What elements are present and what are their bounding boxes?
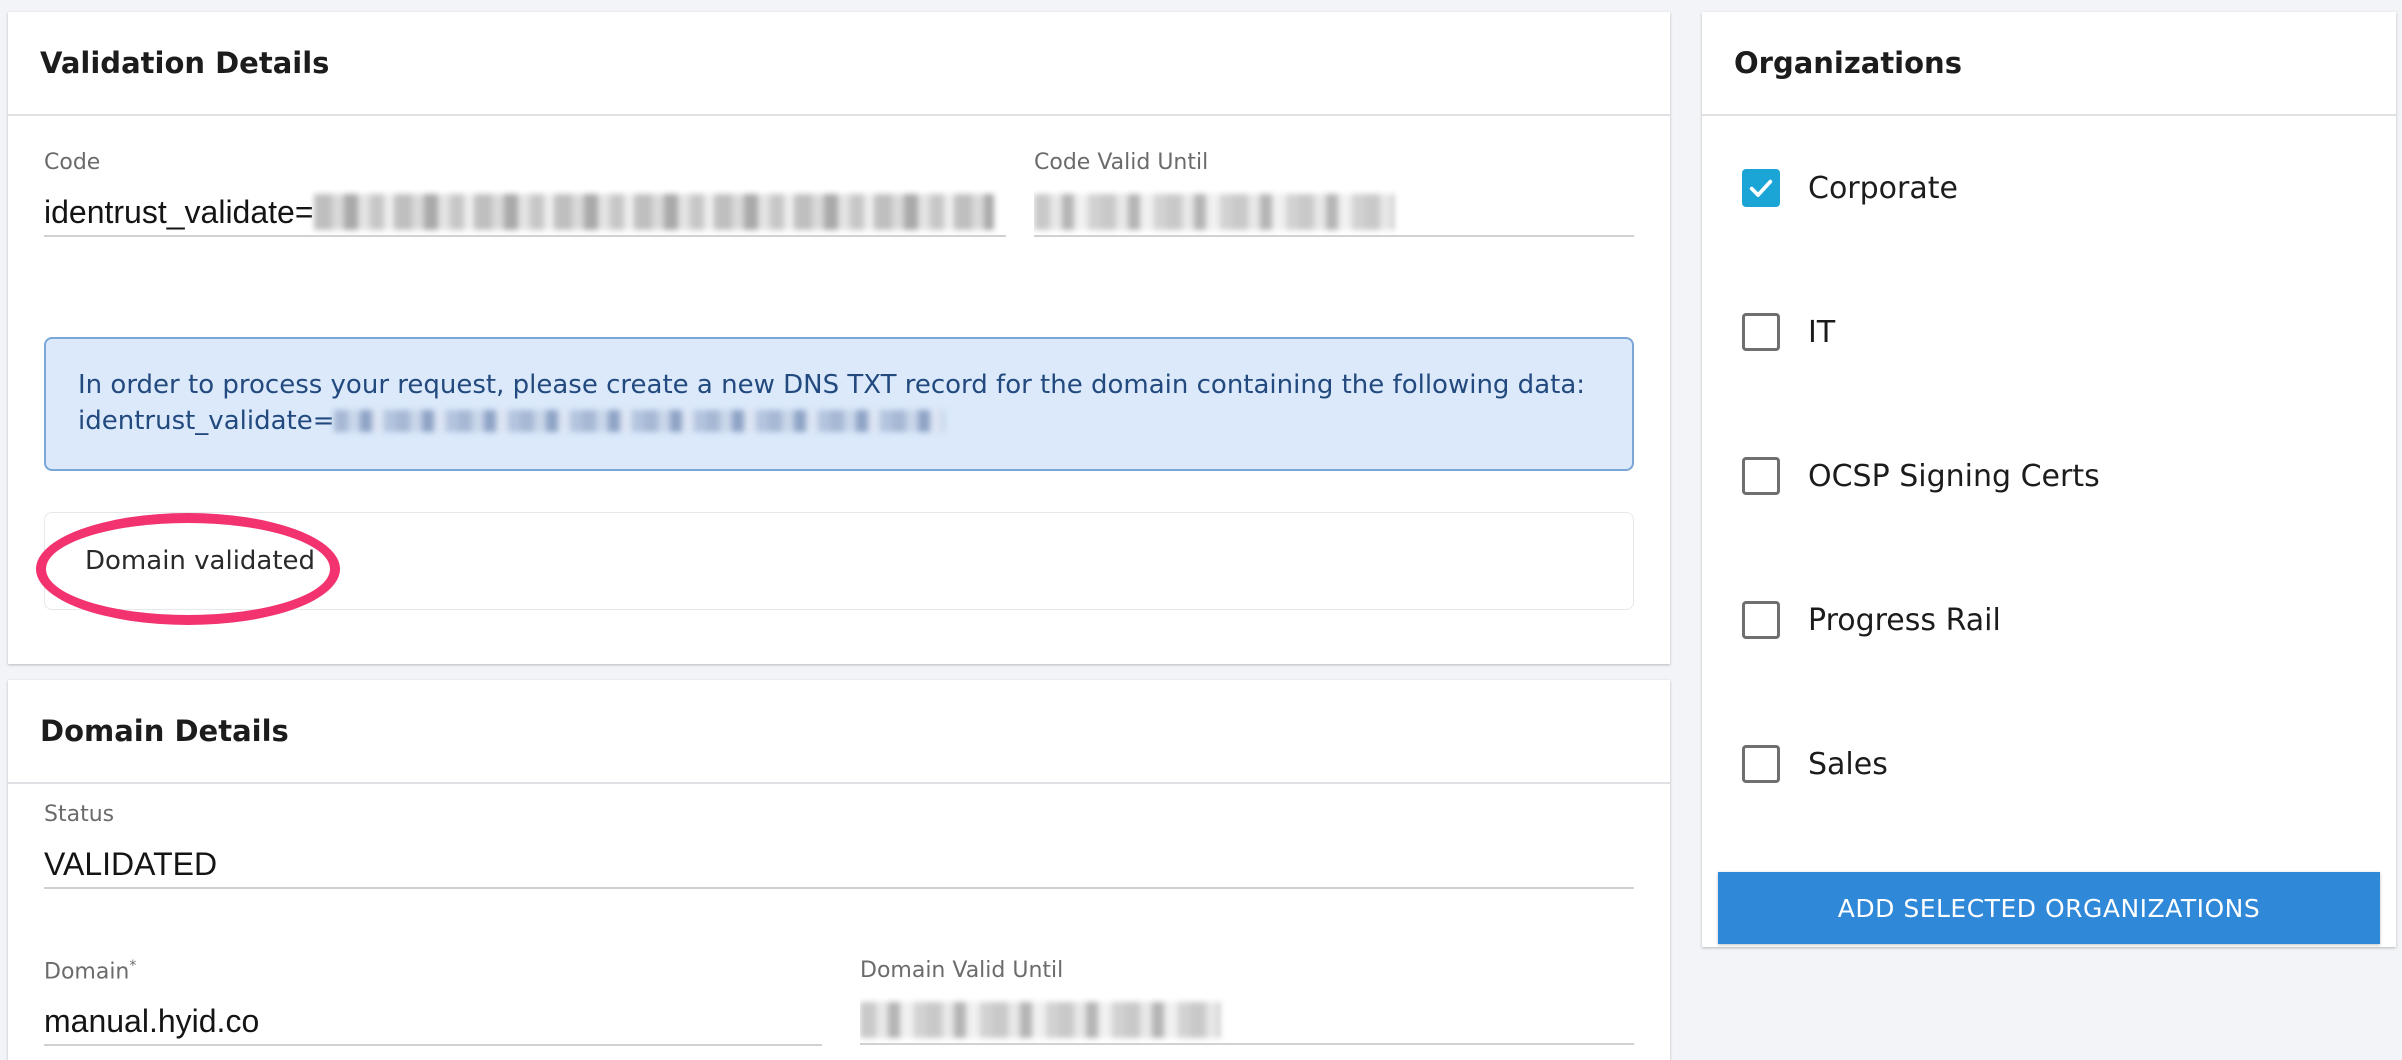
code-valid-until-field: Code Valid Until	[1034, 150, 1634, 237]
status-label: Status	[44, 802, 115, 827]
organizations-header: Organizations	[1702, 12, 2396, 116]
dns-instructions-text: In order to process your request, please…	[78, 370, 1586, 400]
redacted-domain-valid-until	[860, 1002, 1220, 1038]
domain-input[interactable]: manual.hyid.co	[44, 998, 822, 1047]
domain-field: Domain* manual.hyid.co	[44, 958, 822, 1047]
dns-instructions-line1: In order to process your request, please…	[78, 367, 1600, 403]
validation-details-header: Validation Details	[8, 12, 1670, 116]
domain-label-text: Domain	[44, 959, 130, 985]
code-valid-until-label: Code Valid Until	[1034, 150, 1209, 175]
domain-label: Domain*	[44, 958, 822, 984]
code-input[interactable]: identrust_validate=	[44, 189, 1006, 237]
validation-details-title: Validation Details	[40, 46, 330, 80]
required-mark: *	[129, 958, 137, 974]
sales-checkbox[interactable]	[1742, 745, 1780, 783]
add-selected-organizations-button[interactable]: ADD SELECTED ORGANIZATIONS	[1718, 872, 2380, 944]
domain-valid-until-label: Domain Valid Until	[860, 958, 1064, 983]
validation-details-card: Validation Details Code identrust_valida…	[8, 12, 1670, 664]
code-value: identrust_validate=	[44, 193, 314, 230]
check-icon	[1749, 179, 1773, 197]
dns-record-value: identrust_validate=	[78, 406, 335, 436]
status-field: Status VALIDATED	[44, 802, 1634, 889]
org-item-progress-rail[interactable]: Progress Rail	[1742, 598, 2001, 642]
organizations-title: Organizations	[1734, 46, 1962, 80]
org-item-ocsp-signing-certs[interactable]: OCSP Signing Certs	[1742, 454, 2100, 498]
dns-instructions-line2: identrust_validate=	[78, 403, 1600, 439]
dns-instructions-alert: In order to process your request, please…	[44, 337, 1634, 471]
highlight-circle-annotation	[36, 513, 340, 625]
code-label: Code	[44, 150, 101, 175]
domain-valid-until-input[interactable]	[860, 997, 1634, 1045]
org-label-it: IT	[1808, 314, 1836, 350]
org-label-ocsp-signing-certs: OCSP Signing Certs	[1808, 458, 2100, 494]
domain-details-card: Domain Details Status VALIDATED Domain* …	[8, 680, 1670, 1060]
ocsp-signing-certs-checkbox[interactable]	[1742, 457, 1780, 495]
code-valid-until-input[interactable]	[1034, 189, 1634, 237]
domain-details-title: Domain Details	[40, 714, 289, 748]
org-label-sales: Sales	[1808, 746, 1888, 782]
domain-details-header: Domain Details	[8, 680, 1670, 784]
status-value: VALIDATED	[44, 845, 218, 882]
org-item-it[interactable]: IT	[1742, 310, 1835, 354]
it-checkbox[interactable]	[1742, 313, 1780, 351]
org-item-corporate[interactable]: Corporate	[1742, 166, 1958, 210]
redacted-code	[313, 194, 994, 230]
organizations-card: Organizations Corporate IT OCSP Signing …	[1702, 12, 2396, 947]
redacted-dns-record	[334, 410, 945, 432]
domain-value: manual.hyid.co	[44, 1002, 260, 1039]
org-label-corporate: Corporate	[1808, 170, 1958, 206]
progress-rail-checkbox[interactable]	[1742, 601, 1780, 639]
org-label-progress-rail: Progress Rail	[1808, 602, 2001, 638]
code-field: Code identrust_validate=	[44, 150, 1006, 237]
corporate-checkbox[interactable]	[1742, 169, 1780, 207]
status-input[interactable]: VALIDATED	[44, 841, 1634, 889]
domain-valid-until-field: Domain Valid Until	[860, 958, 1634, 1045]
redacted-code-valid-until	[1034, 194, 1394, 230]
org-item-sales[interactable]: Sales	[1742, 742, 1888, 786]
